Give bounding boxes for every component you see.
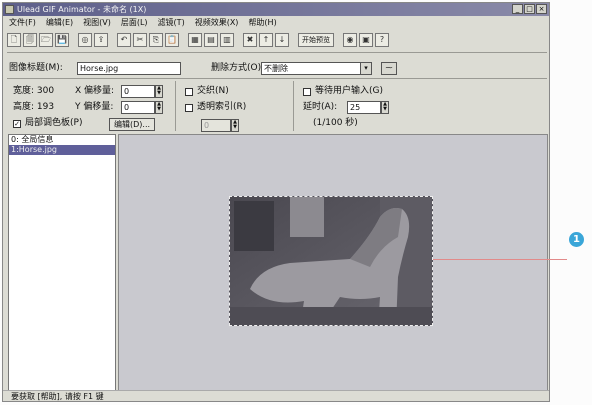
- delay-stepper[interactable]: ▲ ▼: [381, 101, 389, 114]
- frame-image-horse[interactable]: [229, 196, 433, 326]
- edit-palette-button[interactable]: 编辑(D)...: [109, 118, 156, 131]
- menu-file[interactable]: 文件(F): [9, 17, 36, 29]
- transparent-index-label: 透明索引(R): [197, 102, 247, 112]
- undo-icon[interactable]: ↶: [117, 33, 131, 47]
- image-title-input[interactable]: Horse.jpg: [77, 62, 181, 75]
- transparent-index-checkbox[interactable]: [185, 104, 193, 112]
- frame-list-item[interactable]: 0: 全局信息: [9, 135, 115, 145]
- open-folder-icon[interactable]: 🗁: [39, 33, 53, 47]
- divider: [293, 81, 294, 131]
- move-down-icon[interactable]: ↓: [275, 33, 289, 47]
- toolbar: 🗋 🗐 🗁 💾 ◎ ⇪ ↶ ✂ ⎘ 📋 ▦ ▤ ▥ ✖ ↑ ↓ 开始预览 ◉ ▣?: [7, 31, 389, 49]
- removal-settings-button[interactable]: ⁓: [381, 62, 397, 75]
- save-icon[interactable]: 💾: [55, 33, 69, 47]
- status-bar: 要获取 [帮助], 请按 F1 键: [3, 390, 549, 401]
- local-palette-label: 局部调色板(P): [25, 118, 83, 128]
- frame-list-item[interactable]: 1:Horse.jpg: [9, 145, 115, 155]
- divider: [175, 81, 176, 131]
- new-icon[interactable]: 🗋: [7, 33, 21, 47]
- start-preview-button[interactable]: 开始预览: [298, 33, 334, 47]
- menu-bar: 文件(F) 编辑(E) 视图(V) 层面(L) 滤镜(T) 视频效果(X) 帮助…: [3, 17, 549, 29]
- x-offset-stepper[interactable]: ▲ ▼: [155, 85, 163, 98]
- wait-user-input-checkbox[interactable]: [303, 88, 311, 96]
- removal-method-label: 删除方式(O):: [211, 63, 265, 73]
- image-icon[interactable]: ▣: [359, 33, 373, 47]
- minimize-button[interactable]: _: [512, 4, 523, 14]
- transparent-index-input[interactable]: 0: [201, 119, 231, 132]
- y-offset-label: Y 偏移量:: [75, 102, 114, 112]
- wait-user-input-label: 等待用户输入(G): [315, 86, 383, 96]
- help-pointer-icon[interactable]: ?: [375, 33, 389, 47]
- removal-method-select[interactable]: 不删除: [261, 62, 361, 75]
- move-up-icon[interactable]: ↑: [259, 33, 273, 47]
- optimize-icon[interactable]: ◎: [78, 33, 92, 47]
- menu-edit[interactable]: 编辑(E): [46, 17, 73, 29]
- transparent-index-stepper[interactable]: ▲ ▼: [231, 119, 239, 132]
- maximize-button[interactable]: □: [524, 4, 535, 14]
- y-offset-stepper[interactable]: ▲ ▼: [155, 101, 163, 114]
- menu-help[interactable]: 帮助(H): [248, 17, 276, 29]
- export-icon[interactable]: ⇪: [94, 33, 108, 47]
- menu-video-effects[interactable]: 视频效果(X): [195, 17, 239, 29]
- add-image-icon[interactable]: ▦: [188, 33, 202, 47]
- interlace-label: 交织(N): [197, 86, 229, 96]
- title-bar[interactable]: Ulead GIF Animator - 未命名 (1X) _ □ ×: [3, 3, 549, 16]
- x-offset-input[interactable]: 0: [121, 85, 155, 98]
- paste-icon[interactable]: 📋: [165, 33, 179, 47]
- frame-list-panel: 0: 全局信息 1:Horse.jpg: [8, 134, 116, 391]
- close-button[interactable]: ×: [536, 4, 547, 14]
- width-label: 宽度: 300: [13, 86, 55, 96]
- y-offset-input[interactable]: 0: [121, 101, 155, 114]
- callout-leader-line: [433, 259, 567, 260]
- menu-view[interactable]: 视图(V): [83, 17, 111, 29]
- callout-marker: 1: [569, 232, 584, 247]
- delay-input[interactable]: 25: [347, 101, 381, 114]
- delay-label: 延时(A):: [303, 102, 338, 112]
- copy-icon[interactable]: ⎘: [149, 33, 163, 47]
- height-label: 高度: 193: [13, 102, 55, 112]
- add-frame-icon[interactable]: ▤: [204, 33, 218, 47]
- menu-layer[interactable]: 层面(L): [121, 17, 148, 29]
- x-offset-label: X 偏移量:: [75, 86, 115, 96]
- delay-unit-label: (1/100 秒): [313, 118, 358, 128]
- open-icon[interactable]: 🗐: [23, 33, 37, 47]
- duplicate-frame-icon[interactable]: ▥: [220, 33, 234, 47]
- delete-frame-icon[interactable]: ✖: [243, 33, 257, 47]
- local-palette-checkbox[interactable]: ✓: [13, 120, 21, 128]
- chevron-down-icon[interactable]: ▾: [360, 62, 372, 75]
- image-title-label: 图像标题(M):: [9, 63, 63, 73]
- divider: [7, 78, 547, 79]
- window-title: Ulead GIF Animator - 未命名 (1X): [17, 5, 147, 14]
- interlace-checkbox[interactable]: [185, 88, 193, 96]
- menu-filter[interactable]: 滤镜(T): [158, 17, 185, 29]
- cut-icon[interactable]: ✂: [133, 33, 147, 47]
- app-icon: [5, 5, 14, 14]
- color-palette-icon[interactable]: ◉: [343, 33, 357, 47]
- divider: [7, 52, 547, 53]
